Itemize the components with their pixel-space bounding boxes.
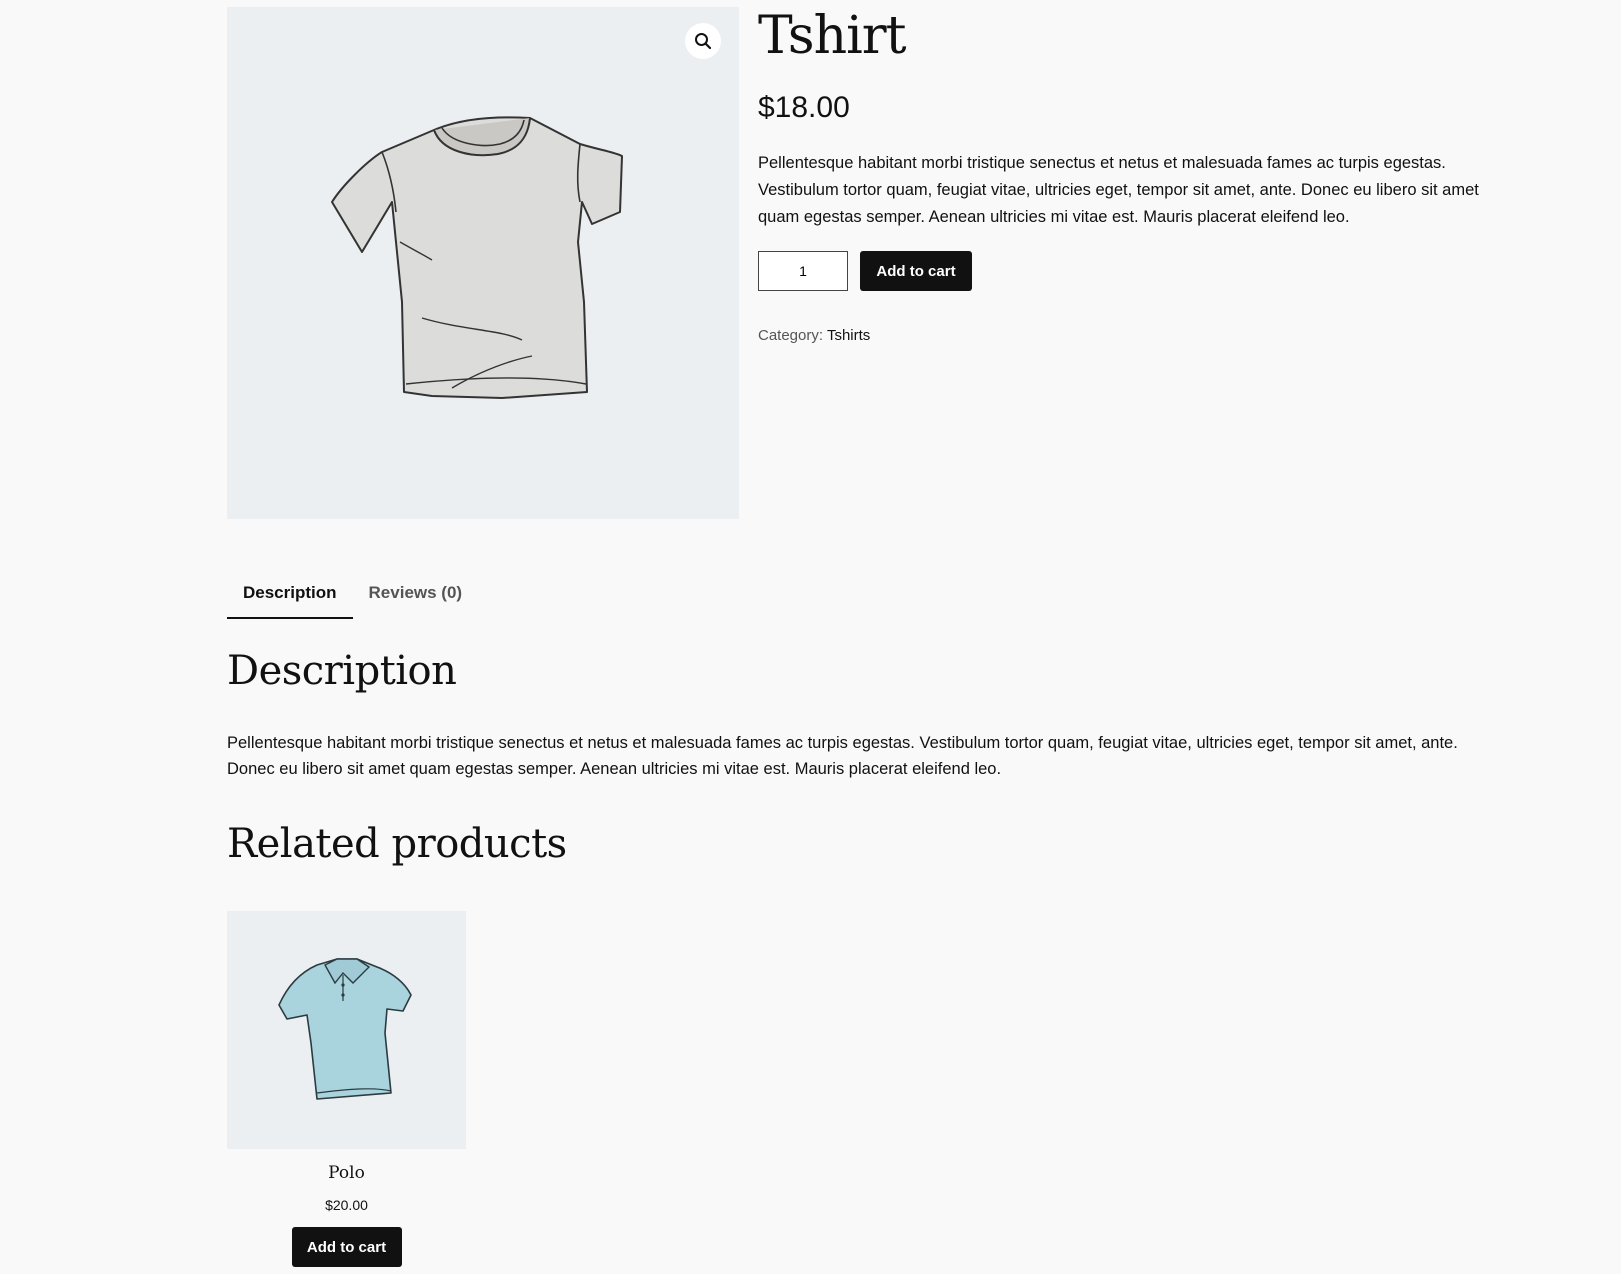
magnifier-icon [695,33,712,50]
related-add-to-cart-button[interactable]: Add to cart [291,1227,402,1267]
zoom-button[interactable] [685,23,721,59]
description-heading: Description [227,648,457,694]
product-price: $18.00 [758,91,850,124]
product-short-description: Pellentesque habitant morbi tristique se… [758,154,1479,226]
tab-reviews[interactable]: Reviews (0) [353,575,479,619]
add-to-cart-button[interactable]: Add to cart [860,251,972,291]
related-product-image[interactable] [227,911,466,1149]
product-title: Tshirt [758,6,906,66]
related-product-card: Polo $20.00 Add to cart [227,911,466,1267]
product-tabs: Description Reviews (0) [227,575,478,619]
category-label: Category: [758,327,824,344]
related-products-heading: Related products [227,821,567,867]
quantity-input[interactable] [758,251,848,291]
description-text: Pellentesque habitant morbi tristique se… [227,734,1458,778]
tab-description[interactable]: Description [227,575,353,619]
product-category: Category: Tshirts [758,327,870,344]
category-link[interactable]: Tshirts [827,327,870,344]
tshirt-image [331,116,623,399]
related-product-name[interactable]: Polo [227,1161,466,1185]
product-gallery[interactable] [227,7,739,519]
polo-image [278,958,412,1100]
related-product-price: $20.00 [325,1197,368,1213]
